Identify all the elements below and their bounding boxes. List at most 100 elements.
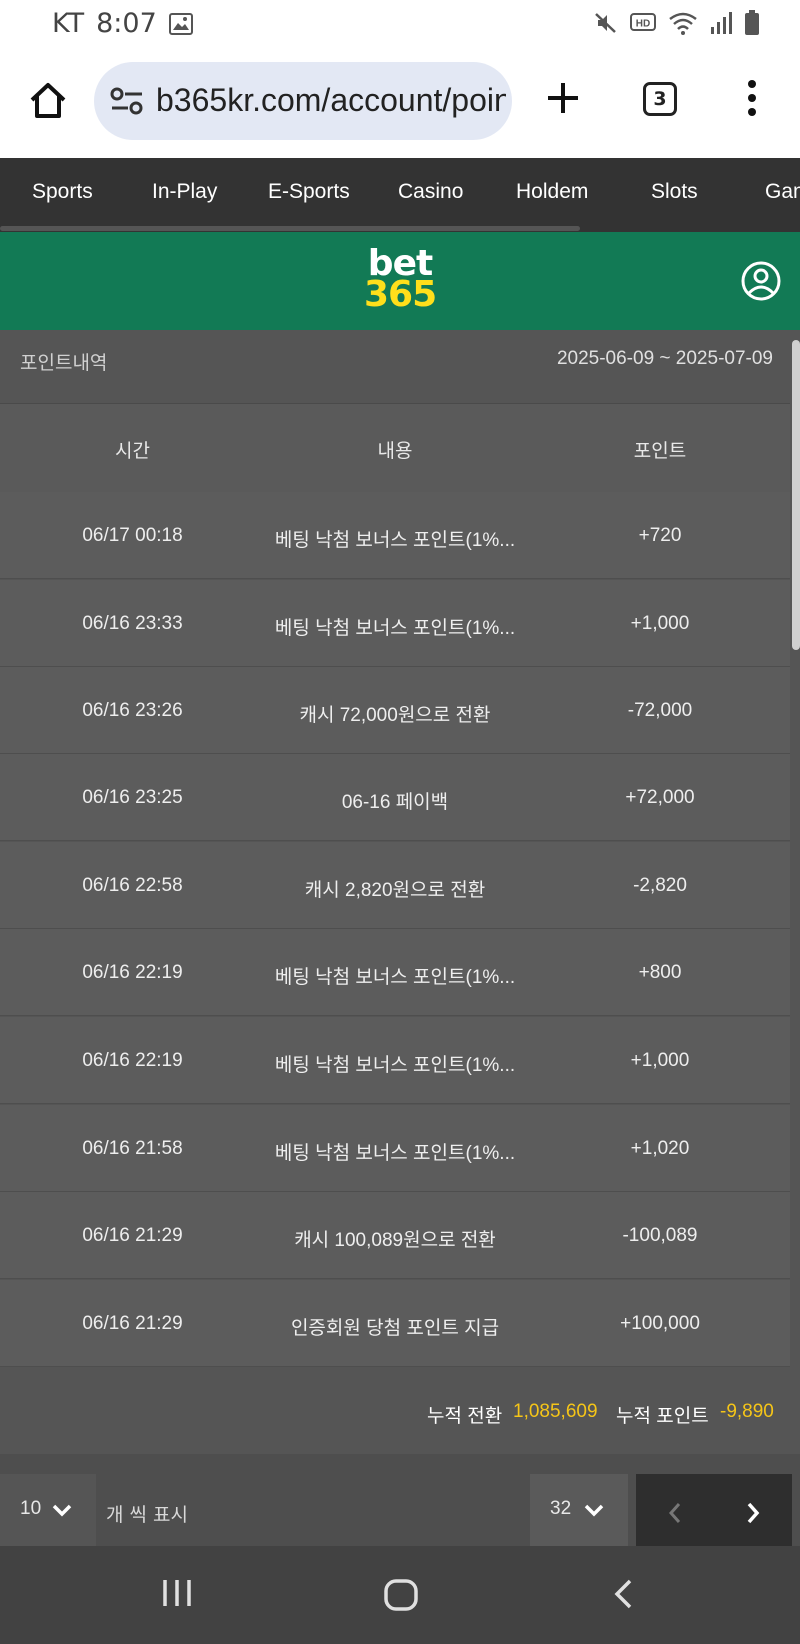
status-icons: HD [594, 10, 760, 36]
next-page-button[interactable] [714, 1474, 792, 1552]
table-row: 06/16 23:33 베팅 낙첨 보너스 포인트(1%... +1,000 [0, 580, 790, 667]
column-header-points: 포인트 [633, 440, 687, 462]
new-tab-icon[interactable] [545, 80, 581, 116]
row-desc: 06-16 페이백 [341, 792, 449, 813]
prev-page-button[interactable] [636, 1474, 714, 1552]
recent-apps-icon[interactable] [160, 1578, 194, 1608]
home-icon[interactable] [28, 80, 68, 120]
page-size-select[interactable]: 10 [0, 1474, 96, 1552]
signal-icon [711, 12, 732, 34]
page-scrollbar[interactable] [792, 340, 800, 650]
pagination-bar: 10 개 씩 표시 32 [0, 1454, 800, 1552]
wifi-icon [669, 12, 697, 35]
page-title: 포인트내역 [20, 352, 108, 374]
table-header: 시간 내용 포인트 [0, 404, 790, 492]
tab-switcher-button[interactable]: 3 [643, 82, 677, 116]
row-desc: 베팅 낙첨 보너스 포인트(1%... [274, 1055, 516, 1076]
table-row: 06/16 21:58 베팅 낙첨 보너스 포인트(1%... +1,020 [0, 1105, 790, 1192]
table-row: 06/16 22:58 캐시 2,820원으로 전환 -2,820 [0, 842, 790, 929]
battery-icon [745, 10, 759, 35]
row-time: 06/16 21:29 [82, 1313, 183, 1334]
logo-text-bottom: 365 [364, 274, 437, 315]
cumulative-points-value: -9,890 [720, 1401, 774, 1422]
row-desc: 베팅 낙첨 보너스 포인트(1%... [274, 530, 516, 551]
svg-text:HD: HD [636, 19, 650, 30]
bet365-logo[interactable]: bet 365 [364, 246, 437, 315]
chevron-down-icon [584, 1504, 604, 1517]
row-time: 06/16 22:19 [82, 1050, 183, 1071]
nav-item-e-sports[interactable]: E-Sports [268, 180, 350, 204]
table-row: 06/17 00:18 베팅 낙첨 보너스 포인트(1%... +720 [0, 492, 790, 579]
cumulative-converted-value: 1,085,609 [513, 1401, 598, 1422]
cumulative-converted-label: 누적 전환 [427, 1406, 503, 1427]
date-range[interactable]: 2025-06-09 ~ 2025-07-09 [557, 348, 773, 370]
page-number-select[interactable]: 32 [530, 1474, 628, 1552]
nav-item-holdem[interactable]: Holdem [516, 180, 588, 204]
table-row: 06/16 21:29 캐시 100,089원으로 전환 -100,089 [0, 1192, 790, 1279]
address-bar[interactable]: b365kr.com/account/point [94, 62, 512, 140]
status-left: KT 8:07 [52, 8, 193, 39]
hd-voice-icon: HD [630, 13, 656, 31]
row-points: +1,000 [630, 1050, 690, 1071]
nav-item-casino[interactable]: Casino [398, 180, 463, 204]
site-settings-icon[interactable] [110, 86, 144, 116]
title-bar: 포인트내역 2025-06-09 ~ 2025-07-09 [0, 330, 790, 404]
user-account-icon[interactable] [740, 260, 782, 302]
row-time: 06/16 23:33 [82, 613, 183, 634]
row-time: 06/17 00:18 [82, 525, 183, 546]
table-row: 06/16 21:29 인증회원 당첨 포인트 지급 +100,000 [0, 1280, 790, 1367]
row-points: +800 [638, 962, 682, 983]
row-points: -100,089 [622, 1225, 698, 1246]
cumulative-points-label: 누적 포인트 [616, 1406, 709, 1427]
nav-item-slots[interactable]: Slots [651, 180, 698, 204]
row-time: 06/16 21:29 [82, 1225, 183, 1246]
row-time: 06/16 22:19 [82, 962, 183, 983]
row-points: +1,000 [630, 613, 690, 634]
page-nav-buttons [636, 1474, 792, 1552]
home-button-icon[interactable] [383, 1578, 419, 1612]
row-time: 06/16 22:58 [82, 875, 183, 896]
row-desc: 인증회원 당첨 포인트 지급 [290, 1318, 500, 1339]
row-desc: 캐시 2,820원으로 전환 [304, 880, 486, 901]
system-navigation-bar [0, 1546, 800, 1644]
points-history-panel: 포인트내역 2025-06-09 ~ 2025-07-09 시간 내용 포인트 … [0, 330, 790, 1454]
row-points: +1,020 [630, 1138, 690, 1159]
browser-bar: b365kr.com/account/point 3 [0, 46, 800, 158]
row-desc: 베팅 낙첨 보너스 포인트(1%... [274, 1143, 516, 1164]
row-desc: 베팅 낙첨 보너스 포인트(1%... [274, 967, 516, 988]
row-time: 06/16 21:58 [82, 1138, 183, 1159]
summary-bar: 누적 전환 1,085,609 누적 포인트 -9,890 [0, 1367, 790, 1453]
row-desc: 캐시 100,089원으로 전환 [294, 1230, 496, 1251]
nav-item-games[interactable]: Games [765, 180, 800, 204]
page-number-value: 32 [550, 1498, 572, 1519]
gallery-icon [168, 12, 193, 35]
back-icon[interactable] [612, 1578, 634, 1610]
nav-item-in-play[interactable]: In-Play [152, 180, 217, 204]
row-points: +720 [638, 525, 682, 546]
row-time: 06/16 23:26 [82, 700, 183, 721]
table-row: 06/16 22:19 베팅 낙첨 보너스 포인트(1%... +800 [0, 929, 790, 1016]
site-header: bet 365 [0, 232, 800, 330]
nav-scroll-indicator[interactable] [0, 226, 580, 231]
chevron-right-icon [747, 1502, 760, 1524]
sports-nav: Sports In-Play E-Sports Casino Holdem Sl… [0, 158, 800, 232]
per-page-label: 개 씩 표시 [106, 1504, 188, 1526]
more-menu-icon[interactable] [742, 78, 762, 118]
page-size-value: 10 [20, 1498, 42, 1519]
carrier-label: KT [52, 8, 85, 39]
status-bar: KT 8:07 HD [0, 0, 800, 46]
row-time: 06/16 23:25 [82, 787, 183, 808]
table-row: 06/16 22:19 베팅 낙첨 보너스 포인트(1%... +1,000 [0, 1017, 790, 1104]
nav-item-sports[interactable]: Sports [32, 180, 93, 204]
row-points: +72,000 [625, 787, 695, 808]
column-header-desc: 내용 [377, 440, 413, 462]
chevron-left-icon [668, 1503, 681, 1523]
chevron-down-icon [52, 1504, 72, 1517]
row-desc: 베팅 낙첨 보너스 포인트(1%... [274, 618, 516, 639]
row-points: +100,000 [620, 1313, 700, 1334]
table-row: 06/16 23:25 06-16 페이백 +72,000 [0, 754, 790, 841]
row-points: -72,000 [627, 700, 693, 721]
url-text: b365kr.com/account/point [156, 82, 506, 118]
mute-icon [595, 13, 616, 33]
clock: 8:07 [96, 8, 157, 39]
